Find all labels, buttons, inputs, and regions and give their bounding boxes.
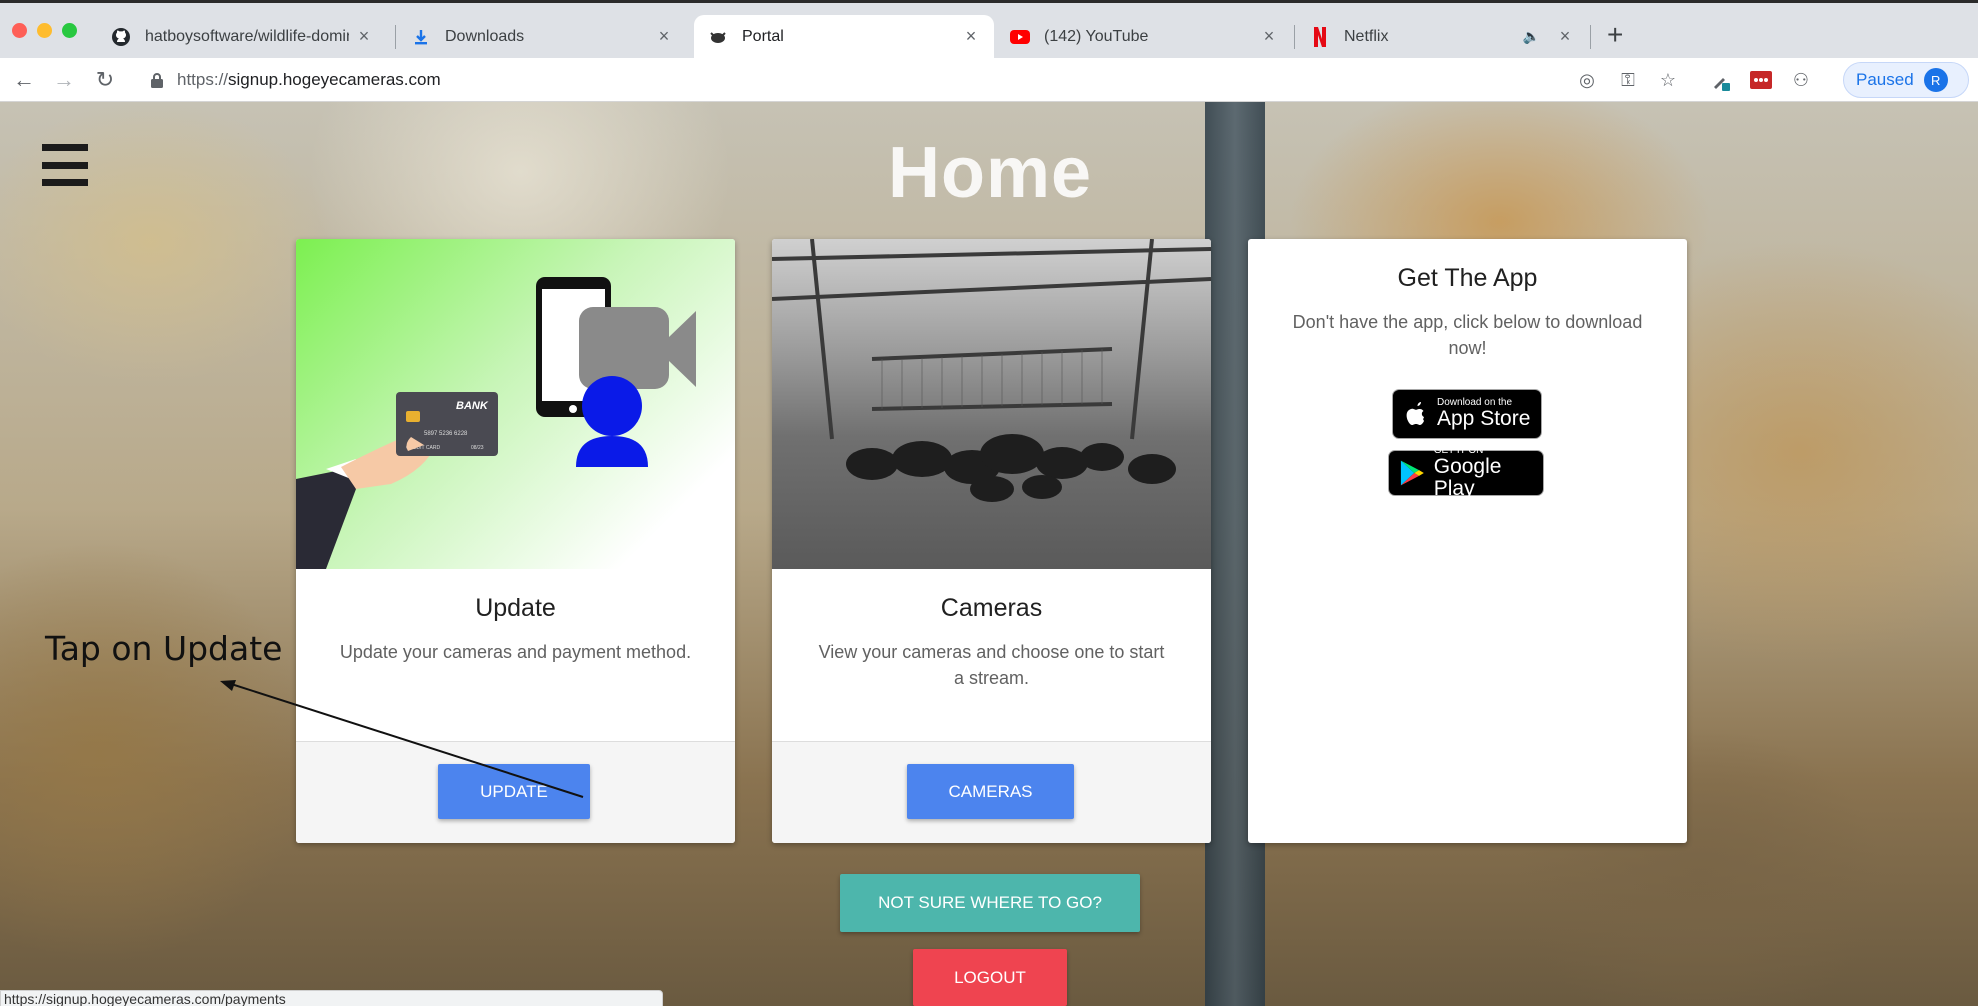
download-icon [411,27,431,47]
hogeye-icon [708,27,728,47]
cameras-card: Cameras View your cameras and choose one… [772,239,1211,843]
new-tab-icon[interactable]: + [1607,21,1623,49]
get-app-text: Don't have the app, click below to downl… [1292,312,1643,358]
cameras-card-text: View your cameras and choose one to star… [818,642,1165,688]
status-bar-url: https://signup.hogeyecameras.com/payment… [0,990,663,1006]
extension-icon[interactable]: ⚇ [1786,65,1816,95]
lock-icon [151,73,163,88]
close-window-button[interactable] [12,23,27,38]
star-icon[interactable]: ☆ [1653,65,1683,95]
page-title: Home [887,133,1093,213]
zoom-window-button[interactable] [62,23,77,38]
illustration-card-expiry: 08/23 [471,445,484,451]
forward-icon[interactable]: → [49,65,79,95]
github-icon [111,27,131,47]
page-body: Home BANK 5897 5236 6228 CREDIT CARD 08/… [0,102,1978,1006]
url-scheme: https:// [177,70,229,89]
youtube-icon [1010,27,1030,47]
illustration-card-brand: BANK [456,400,489,412]
tab-divider [1294,25,1295,49]
tab-divider [1590,25,1591,49]
update-card-title: Update [475,594,556,622]
avatar: R [1923,68,1948,92]
reload-icon[interactable]: ↻ [90,65,120,95]
tab-divider [395,25,396,49]
tab-title: hatboysoftware/wildlife-domin [145,27,349,45]
profile-status: Paused [1856,70,1914,89]
eyedropper-extension-icon[interactable] [1706,65,1736,95]
browser-toolbar: ← → ↻ https://signup.hogeyecameras.com ◎… [0,58,1978,102]
tab-downloads[interactable]: Downloads × [397,15,687,58]
app-store-label: App Store [1437,407,1531,430]
key-icon[interactable]: ⚿ [1613,65,1643,95]
minimize-window-button[interactable] [37,23,52,38]
close-tab-icon[interactable]: × [1260,26,1278,47]
illustration-card-digits: 5897 5236 6228 [424,431,468,437]
logout-button[interactable]: LOGOUT [913,949,1067,1006]
cameras-button[interactable]: CAMERAS [907,764,1074,819]
close-tab-icon[interactable]: × [355,26,373,47]
tab-title: Portal [742,27,784,45]
update-card-text: Update your cameras and payment method. [339,642,692,662]
camera-snapshot-image [772,239,1211,569]
tab-netflix[interactable]: Netflix 🔈 × [1296,15,1588,58]
tab-title: Netflix [1344,27,1389,45]
url-host: signup.hogeyecameras.com [228,70,441,89]
cameras-card-actions: CAMERAS [772,741,1211,843]
google-play-button[interactable]: GET IT ON Google Play [1388,446,1544,500]
close-tab-icon[interactable]: × [655,26,673,47]
update-card: BANK 5897 5236 6228 CREDIT CARD 08/23 Up… [296,239,735,843]
google-play-label: Google Play [1433,455,1502,500]
profile-button[interactable]: Paused R [1843,62,1969,98]
tab-github[interactable]: hatboysoftware/wildlife-domin × [97,15,387,58]
close-tab-icon[interactable]: × [1556,26,1574,47]
update-card-actions: UPDATE [296,741,735,843]
speaker-icon[interactable]: 🔈 [1523,28,1540,45]
get-app-card: Get The App Don't have the app, click be… [1248,239,1687,843]
tab-portal[interactable]: Portal × [694,15,994,58]
update-button[interactable]: UPDATE [438,764,590,819]
apple-icon [1406,402,1424,425]
address-bar[interactable]: https://signup.hogeyecameras.com [137,63,1712,97]
tab-strip: hatboysoftware/wildlife-domin × Download… [0,0,1978,58]
menu-icon[interactable] [42,144,88,186]
back-icon[interactable]: ← [9,65,39,95]
google-play-icon [1400,460,1424,486]
close-tab-icon[interactable]: × [962,26,980,47]
tab-youtube[interactable]: (142) YouTube × [996,15,1292,58]
lastpass-extension-icon[interactable] [1746,65,1776,95]
app-store-button[interactable]: Download on the App Store [1392,389,1542,439]
annotation-label: Tap on Update [45,629,283,668]
cameras-card-title: Cameras [940,594,1043,622]
tab-title: (142) YouTube [1044,27,1149,45]
not-sure-button[interactable]: NOT SURE WHERE TO GO? [840,874,1140,932]
update-illustration: BANK 5897 5236 6228 CREDIT CARD 08/23 [296,239,735,569]
get-app-title: Get The App [1397,264,1538,292]
location-icon[interactable]: ◎ [1572,65,1602,95]
tab-title: Downloads [445,27,525,45]
netflix-icon [1310,26,1330,47]
